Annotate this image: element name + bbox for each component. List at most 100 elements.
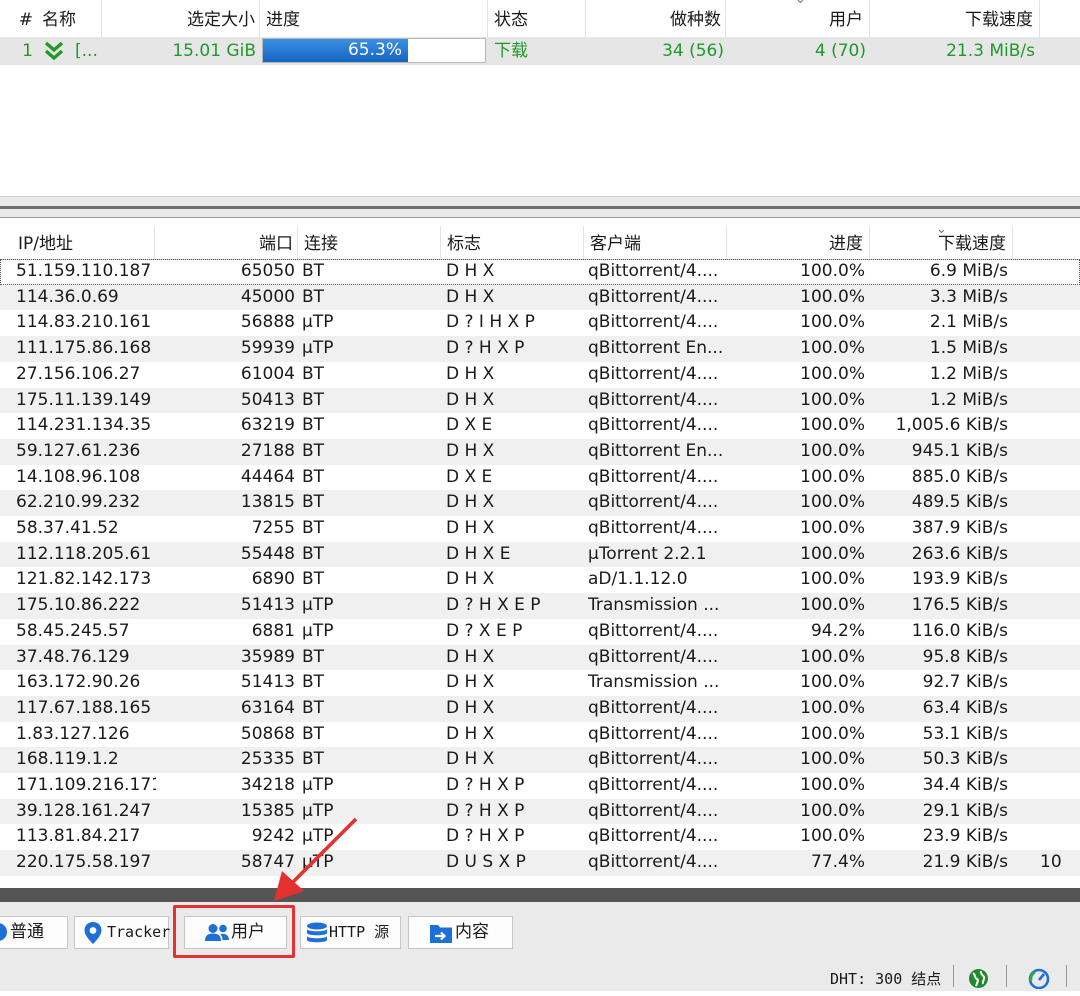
torrent-progress-bar: 65.3% (262, 38, 486, 63)
column-header-name[interactable]: 名称 (42, 0, 102, 37)
peer-row[interactable]: 62.210.99.232 13815 BT D H X qBittorrent/4..… (0, 490, 1080, 516)
peer-row[interactable]: 117.67.188.165 63164 BT D H X qBittorrent/4.… (0, 695, 1080, 722)
peer-down-speed: 23.9 KiB/s (922, 826, 1008, 847)
torrent-row[interactable]: 1 [... 15.01 GiB 65.3% 下载 34 (56) 4 (70)… (0, 37, 1080, 65)
tab-general[interactable]: 普通 (0, 916, 68, 949)
database-icon (305, 921, 329, 956)
column-header-connection[interactable]: 连接 (298, 226, 441, 259)
column-header-client[interactable]: 客户端 (584, 226, 727, 259)
peer-row[interactable]: 58.45.245.57 6881 μTP D ? X E P qBittorrent/… (0, 619, 1080, 645)
peer-row[interactable]: 220.175.58.197 58747 μTP D U S X PqBittorre… (0, 850, 1080, 876)
column-header-peers[interactable]: 用户 (726, 0, 870, 37)
peer-row[interactable]: 114.231.134.35 63219 BT D X E qBittorrent/4.… (0, 413, 1080, 439)
pane-splitter[interactable] (0, 192, 1080, 226)
annotation-arrow-icon (274, 817, 358, 901)
peer-down-speed: 95.8 KiB/s (922, 646, 1008, 667)
column-header-down-speed[interactable]: 下载速度 (870, 0, 1040, 37)
column-header-progress[interactable]: 进度 (266, 0, 488, 37)
peer-flags: D X E (446, 466, 493, 487)
peer-flags: D ? H X P (446, 800, 525, 821)
peer-down-speed: 489.5 KiB/s (911, 492, 1008, 513)
peer-flags: D ? H X P (446, 826, 525, 847)
torrent-status: 下载 (494, 41, 528, 61)
torrent-name: [... (75, 41, 98, 61)
peer-row[interactable]: 112.118.205.61 55448 BT D H X E µTorrent 2.2… (0, 541, 1080, 568)
peer-down-speed: 34.4 KiB/s (922, 775, 1008, 795)
peer-progress: 100.0% (800, 697, 865, 718)
peer-down-speed: 53.1 KiB/s (922, 723, 1008, 744)
peer-port: 51413 (240, 672, 295, 693)
peer-flags: D H X (446, 440, 495, 461)
column-header-size[interactable]: 选定大小 (102, 0, 260, 37)
peer-down-speed: 1.5 MiB/s (929, 338, 1008, 359)
peer-row[interactable]: 59.127.61.236 27188 BT D H X qBittorrent En.… (0, 438, 1080, 465)
peer-port: 50413 (240, 389, 295, 410)
peers-table-header: IP/地址 端口 连接 标志 客户端 进度 ⌄ 下载速度 (0, 222, 1080, 260)
peer-client: aD/1.1.12.0 (588, 569, 688, 590)
column-header-ip[interactable]: IP/地址 (0, 226, 155, 259)
peer-row[interactable]: 51.159.110.187 65050 BT D H X qBittorrent/4.… (0, 259, 1080, 285)
column-header-port[interactable]: 端口 (155, 226, 298, 259)
peer-flags: D H X (446, 261, 495, 281)
peer-connection: BT (302, 543, 325, 564)
peer-connection: BT (302, 723, 325, 744)
peer-down-speed: 1,005.6 KiB/s (895, 415, 1008, 436)
peer-row[interactable]: 114.83.210.161 56888 μTP D ? I H X P qBittor… (0, 310, 1080, 336)
tab-label: HTTP 源 (329, 923, 390, 941)
peer-progress: 100.0% (800, 389, 865, 410)
tab-content[interactable]: 内容 (408, 916, 513, 949)
peer-ip: 14.108.96.108 (16, 466, 141, 487)
peer-row[interactable]: 14.108.96.108 44464 BT D X E qBittorrent/4..… (0, 465, 1080, 491)
speed-gauge-icon[interactable] (1028, 968, 1050, 994)
column-header-flags[interactable]: 标志 (441, 226, 584, 259)
peer-connection: BT (302, 646, 325, 667)
globe-icon[interactable] (968, 968, 989, 994)
splitter-handle[interactable] (0, 196, 1080, 218)
peer-client: Transmission ... (588, 595, 720, 616)
peer-progress: 100.0% (800, 492, 865, 513)
peer-flags: D H X (446, 363, 495, 384)
peer-progress: 100.0% (800, 646, 865, 667)
peer-row[interactable]: 1.83.127.126 50868 BT D H X qBittorrent/4...… (0, 722, 1080, 748)
column-header-status[interactable]: 状态 (494, 0, 586, 37)
peer-port: 7255 (251, 518, 295, 538)
peer-row[interactable]: 163.172.90.26 51413 BT D H X Transmission ..… (0, 670, 1080, 696)
column-header-index[interactable]: # (0, 0, 36, 37)
peer-down-speed: 6.9 MiB/s (929, 261, 1008, 281)
peer-connection: BT (302, 466, 325, 487)
peer-down-speed: 3.3 MiB/s (929, 286, 1008, 307)
peer-port: 6890 (251, 569, 295, 590)
column-header-extra[interactable] (1013, 226, 1080, 259)
torrent-seeds: 34 (56) (662, 41, 724, 61)
peer-row[interactable]: 111.175.86.168 59939 μTP D ? H X P qBittorre… (0, 336, 1080, 362)
tab-tracker[interactable]: Tracker (74, 916, 170, 949)
tab-label: 普通 (10, 922, 44, 942)
peer-row[interactable]: 114.36.0.69 45000 BT D H X qBittorrent/4....… (0, 284, 1080, 311)
peer-ip: 171.109.216.171 (16, 775, 156, 795)
peer-client: qBittorrent/4.... (588, 697, 719, 718)
peer-row[interactable]: 168.119.1.2 25335 BT D H X qBittorrent/4....… (0, 747, 1080, 773)
peer-flags: D ? H X P (446, 775, 525, 795)
peer-row[interactable]: 175.11.139.149 50413 BT D H X qBittorrent/4.… (0, 387, 1080, 414)
peer-row[interactable]: 37.48.76.129 35989 BT D H X qBittorrent/4...… (0, 644, 1080, 671)
peer-row[interactable]: 39.128.161.247 15385 μTP D ? H X PqBittorre… (0, 798, 1080, 825)
peer-flags: D H X (446, 697, 495, 718)
column-header-seeds[interactable]: 做种数 (586, 0, 726, 37)
peer-row[interactable]: 121.82.142.173 6890 BT D H X aD/1.1.12.0 100.… (0, 567, 1080, 593)
tab-http-sources[interactable]: HTTP 源 (300, 916, 401, 949)
peer-connection: BT (302, 440, 325, 461)
peer-row[interactable]: 175.10.86.222 51413 μTP D ? H X E P Transmis… (0, 593, 1080, 619)
column-header-progress[interactable]: 进度 (727, 226, 870, 259)
column-header-down-speed[interactable]: 下载速度 (870, 226, 1013, 259)
peer-connection: BT (302, 672, 325, 693)
peer-row[interactable]: 171.109.216.171 34218 μTP D ? H X P qBittorr… (0, 773, 1080, 799)
status-bar: DHT: 300 结点 (0, 962, 1080, 991)
torrent-size: 15.01 GiB (172, 41, 256, 61)
peer-row[interactable]: 113.81.84.217 9242 μTP D ? H X PqBittorrent… (0, 824, 1080, 850)
peer-flags: D ? H X E P (446, 595, 541, 616)
peer-progress: 100.0% (800, 518, 865, 538)
peer-row[interactable]: 27.156.106.27 61004 BT D H X qBittorrent/4..… (0, 362, 1080, 388)
peer-down-speed: 176.5 KiB/s (911, 595, 1008, 616)
peer-ip: 27.156.106.27 (16, 363, 141, 384)
peer-row[interactable]: 58.37.41.52 7255 BT D H X qBittorrent/4.... 1… (0, 516, 1080, 542)
